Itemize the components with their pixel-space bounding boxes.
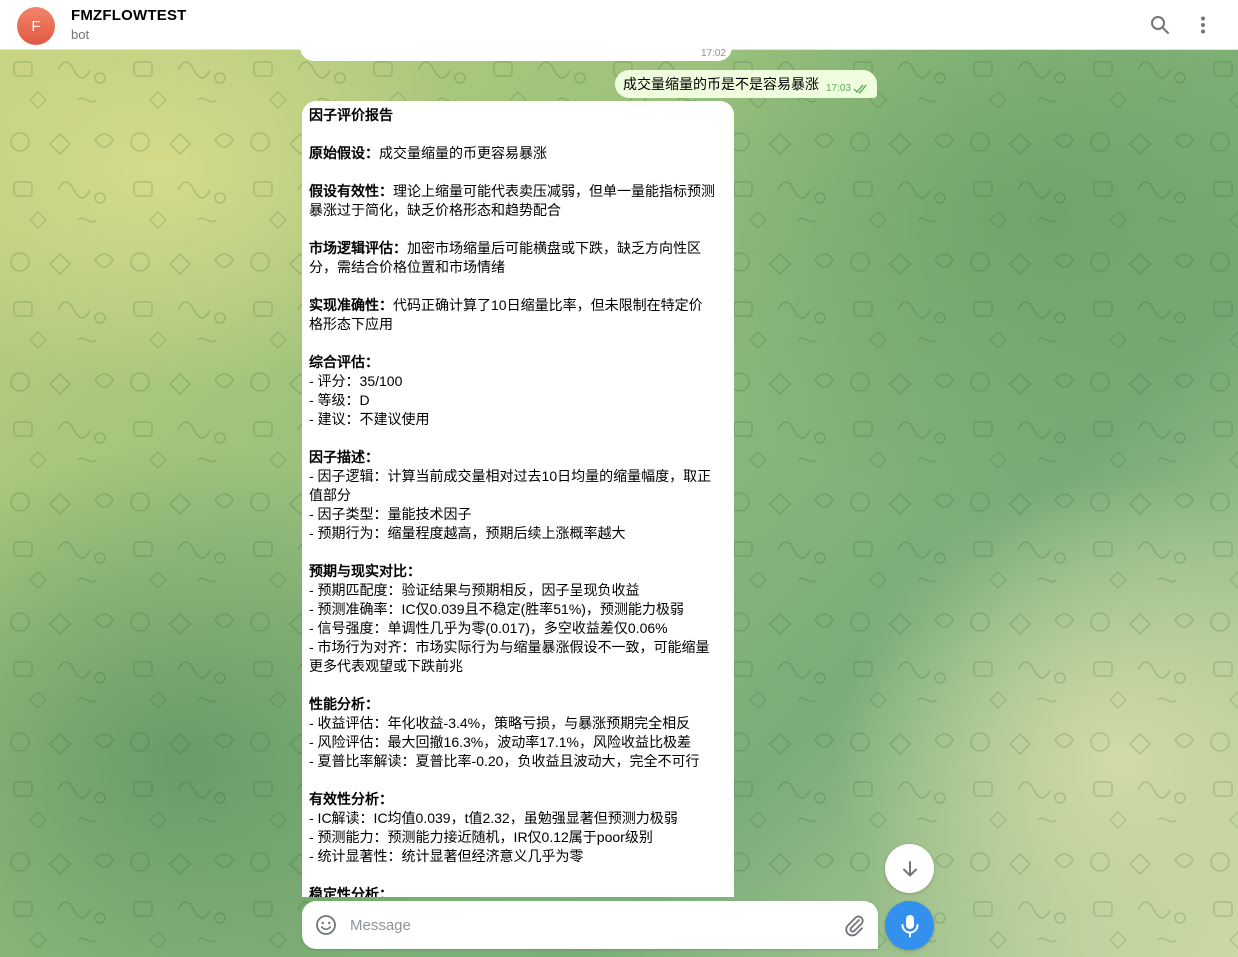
- chat-status: bot: [71, 27, 90, 42]
- report-performance-heading: 性能分析：: [309, 696, 379, 712]
- report-effectiveness-stats: - 统计显著性：统计显著但经济意义几乎为零: [309, 848, 584, 864]
- search-icon: [1151, 16, 1169, 34]
- message-composer: [302, 901, 878, 949]
- message-time: 17:03: [825, 83, 851, 94]
- report-description-heading: 因子描述：: [309, 449, 379, 465]
- outgoing-message[interactable]: 成交量缩量的币是不是容易暴涨 17:03: [615, 70, 877, 98]
- report-effectiveness-ic: - IC解读：IC均值0.039，t值2.32，虽勉强显著但预测力极弱: [309, 810, 678, 826]
- report-compare-heading: 预期与现实对比：: [309, 563, 421, 579]
- avatar[interactable]: F: [17, 7, 55, 45]
- attach-icon[interactable]: [842, 913, 866, 937]
- report-compare-market: - 市场行为对齐：市场实际行为与缩量暴涨假设不一致，可能缩量: [309, 639, 710, 655]
- report-validity-cont: 暴涨过于简化，缺乏价格形态和趋势配合: [309, 202, 561, 218]
- report-logic-cont: 分，需结合价格位置和市场情绪: [309, 259, 505, 275]
- report-description-logic: - 因子逻辑：计算当前成交量相对过去10日均量的缩量幅度，取正: [309, 468, 712, 484]
- incoming-message-report[interactable]: 因子评价报告 原始假设：成交量缩量的币更容易暴涨 假设有效性：理论上缩量可能代表…: [302, 101, 734, 897]
- microphone-icon: [901, 914, 918, 937]
- more-options-button[interactable]: [1188, 10, 1218, 40]
- report-description-type: - 因子类型：量能技术因子: [309, 506, 472, 522]
- report-stability-heading: 稳定性分析：: [309, 886, 393, 897]
- report-logic: 市场逻辑评估：加密市场缩量后可能横盘或下跌，缺乏方向性区: [309, 240, 701, 256]
- previous-message-bubble: 17:02: [300, 40, 732, 61]
- report-hypothesis: 原始假设：成交量缩量的币更容易暴涨: [309, 145, 547, 161]
- report-description-expect: - 预期行为：缩量程度越高，预期后续上涨概率越大: [309, 525, 626, 541]
- report-performance-return: - 收益评估：年化收益-3.4%，策略亏损，与暴涨预期完全相反: [309, 715, 691, 731]
- arrow-down-icon: [902, 860, 917, 876]
- emoji-icon[interactable]: [315, 914, 337, 936]
- report-implementation: 实现准确性：代码正确计算了10日缩量比率，但未限制在特定价: [309, 297, 703, 313]
- report-implementation-cont: 格形态下应用: [309, 316, 393, 332]
- report-title: 因子评价报告: [309, 107, 393, 123]
- report-description-logic-cont: 值部分: [309, 487, 351, 503]
- report-compare-market-cont: 更多代表观望或下跌前兆: [309, 658, 463, 674]
- report-validity: 假设有效性：理论上缩量可能代表卖压减弱，但单一量能指标预测: [309, 183, 715, 199]
- message-input[interactable]: [350, 913, 830, 937]
- report-overall-score: - 评分：35/100: [309, 373, 403, 389]
- report-effectiveness-heading: 有效性分析：: [309, 791, 393, 807]
- report-performance-risk: - 风险评估：最大回撤16.3%，波动率17.1%，风险收益比极差: [309, 734, 691, 750]
- report-compare-accuracy: - 预测准确率：IC仅0.039且不稳定(胜率51%)，预测能力极弱: [309, 601, 684, 617]
- message-time: 17:02: [700, 48, 726, 59]
- report-overall-heading: 综合评估：: [309, 354, 379, 370]
- scroll-to-bottom-button[interactable]: [885, 844, 934, 893]
- chat-title[interactable]: FMZFLOWTEST: [71, 7, 187, 24]
- report-effectiveness-prediction: - 预测能力：预测能力接近随机，IR仅0.12属于poor级别: [309, 829, 653, 845]
- report-compare-match: - 预期匹配度：验证结果与预期相反，因子呈现负收益: [309, 582, 640, 598]
- double-check-icon: [853, 84, 867, 94]
- message-meta: 17:03: [826, 83, 869, 94]
- report-overall-advice: - 建议：不建议使用: [309, 411, 430, 427]
- message-text: 成交量缩量的币是不是容易暴涨: [623, 76, 819, 92]
- report-overall-grade: - 等级：D: [309, 392, 370, 408]
- microphone-button[interactable]: [885, 901, 934, 950]
- report-compare-signal: - 信号强度：单调性几乎为零(0.017)，多空收益差仅0.06%: [309, 620, 668, 636]
- more-vertical-icon: [1201, 16, 1205, 34]
- report-performance-sharpe: - 夏普比率解读：夏普比率-0.20，负收益且波动大，完全不可行: [309, 753, 700, 769]
- search-button[interactable]: [1145, 10, 1175, 40]
